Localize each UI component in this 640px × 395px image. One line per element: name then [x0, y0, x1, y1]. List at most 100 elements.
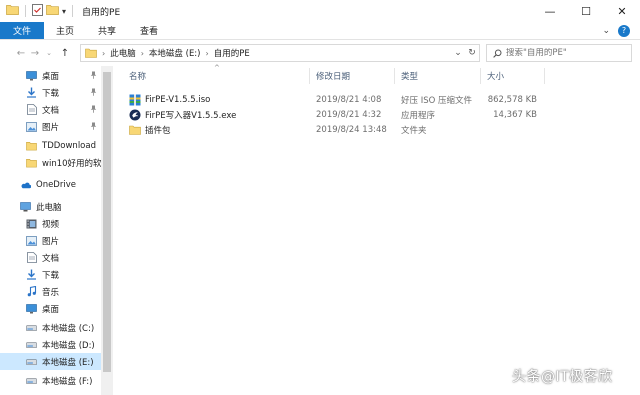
folder-icon: [85, 48, 97, 58]
nav-item[interactable]: 视频: [0, 215, 101, 232]
nav-item-label: 文档: [42, 253, 60, 264]
iso-archive-icon: [129, 94, 141, 106]
address-dropdown-icon[interactable]: ⌄: [451, 48, 465, 58]
nav-item-label: 图片: [42, 236, 60, 247]
breadcrumb-chevron-icon[interactable]: ›: [141, 49, 144, 58]
column-divider[interactable]: [394, 68, 395, 84]
file-name-cell[interactable]: FirPE写入器V1.5.5.exe: [129, 107, 236, 122]
drive-icon: [26, 339, 37, 350]
nav-item-label: 文档: [42, 105, 60, 116]
ribbon-right-controls: ⌄ ?: [602, 22, 640, 39]
drive-icon: [26, 356, 37, 367]
nav-item-label: 下载: [42, 270, 60, 281]
search-input[interactable]: [506, 48, 624, 58]
file-name-cell[interactable]: 插件包: [129, 122, 171, 137]
nav-item[interactable]: 图片: [0, 118, 101, 135]
sort-caret-icon: ^: [214, 64, 220, 72]
nav-item-label: 视频: [42, 219, 60, 230]
tab-file[interactable]: 文件: [0, 22, 45, 39]
nav-item-label: 本地磁盘 (D:): [42, 340, 95, 351]
new-folder-icon[interactable]: [46, 4, 59, 18]
address-bar[interactable]: › 此电脑 › 本地磁盘 (E:) › 自用的PE ⌄ ↻: [80, 44, 480, 62]
navigation-pane-scrollbar[interactable]: [101, 66, 113, 395]
nav-item[interactable]: 本地磁盘 (D:): [0, 336, 101, 353]
column-header-date[interactable]: 修改日期: [316, 66, 350, 86]
this-pc-icon: [20, 201, 31, 212]
properties-icon[interactable]: [32, 3, 43, 19]
file-row[interactable]: FirPE-V1.5.5.iso 2019/8/21 4:08 好压 ISO 压缩文…: [113, 92, 640, 107]
back-arrow-icon[interactable]: ←: [14, 48, 28, 59]
breadcrumb-chevron-icon[interactable]: ›: [206, 49, 209, 58]
nav-item[interactable]: 桌面: [0, 67, 101, 84]
nav-item[interactable]: 文档: [0, 101, 101, 118]
expand-ribbon-icon[interactable]: ⌄: [602, 26, 610, 36]
music-icon: [26, 286, 37, 297]
column-divider[interactable]: [544, 68, 545, 84]
file-size: [487, 122, 537, 137]
nav-item[interactable]: 图片: [0, 232, 101, 249]
nav-item[interactable]: 桌面: [0, 300, 101, 317]
nav-item[interactable]: OneDrive: [0, 176, 101, 193]
search-box[interactable]: [486, 44, 632, 62]
nav-item[interactable]: 本地磁盘 (E:): [0, 353, 101, 370]
ribbon-tabs: 文件 主页 共享 查看 ⌄ ?: [0, 22, 640, 40]
column-divider[interactable]: [309, 68, 310, 84]
tab-home[interactable]: 主页: [44, 22, 86, 39]
tab-view[interactable]: 查看: [128, 22, 170, 39]
toolbar-divider: [25, 5, 26, 17]
file-type: 好压 ISO 压缩文件: [401, 95, 472, 106]
close-button[interactable]: ✕: [604, 0, 640, 22]
nav-item[interactable]: 本地磁盘 (C:): [0, 319, 101, 336]
nav-item-label: 本地磁盘 (C:): [42, 323, 95, 334]
file-date: 2019/8/21 4:08: [316, 94, 382, 105]
toolbar-divider: [72, 5, 74, 17]
breadcrumb-drive-e[interactable]: 本地磁盘 (E:): [149, 47, 201, 59]
nav-item[interactable]: 音乐: [0, 283, 101, 300]
customize-toolbar-icon[interactable]: ▾: [62, 7, 66, 16]
nav-item-label: 桌面: [42, 304, 60, 315]
recent-locations-icon[interactable]: ⌄: [42, 49, 56, 57]
help-icon[interactable]: ?: [618, 24, 630, 37]
file-list: ^ 名称 修改日期 类型 大小 FirPE-V1.5.5.iso 2019/8/2…: [113, 64, 640, 395]
nav-item[interactable]: 下载: [0, 84, 101, 101]
nav-item-label: 本地磁盘 (E:): [42, 357, 94, 368]
up-arrow-icon[interactable]: ↑: [58, 48, 72, 59]
search-icon: [493, 49, 502, 58]
file-name-cell[interactable]: FirPE-V1.5.5.iso: [129, 92, 210, 107]
breadcrumb-this-pc[interactable]: 此电脑: [110, 47, 136, 59]
documents-icon: [26, 104, 37, 115]
drive-icon: [26, 375, 37, 386]
scrollbar-thumb[interactable]: [103, 72, 111, 372]
folder-icon: [26, 157, 37, 168]
nav-item[interactable]: TDDownload: [0, 137, 101, 154]
videos-icon: [26, 218, 37, 229]
nav-item[interactable]: 下载: [0, 266, 101, 283]
minimize-button[interactable]: —: [532, 0, 568, 22]
column-divider[interactable]: [480, 68, 481, 84]
breadcrumb-current-folder[interactable]: 自用的PE: [214, 47, 250, 59]
pin-icon: [90, 105, 97, 115]
nav-item[interactable]: 此电脑: [0, 198, 101, 215]
nav-item-label: TDDownload: [42, 140, 96, 151]
maximize-button[interactable]: ☐: [568, 0, 604, 22]
folder-icon: [26, 140, 37, 151]
file-type: 应用程序: [401, 110, 436, 121]
column-header-size[interactable]: 大小: [487, 66, 504, 86]
nav-item-label: OneDrive: [36, 179, 76, 190]
file-size: 862,578 KB: [487, 94, 537, 105]
file-row[interactable]: FirPE写入器V1.5.5.exe 2019/8/21 4:32 应用程序 14,3…: [113, 107, 640, 122]
breadcrumb-chevron-icon[interactable]: ›: [102, 49, 105, 58]
download-icon: [26, 87, 37, 98]
pin-icon: [90, 122, 97, 132]
file-row[interactable]: 插件包 2019/8/24 13:48 文件夹: [113, 122, 640, 137]
tab-share[interactable]: 共享: [86, 22, 128, 39]
refresh-icon[interactable]: ↻: [465, 48, 479, 58]
column-header-type[interactable]: 类型: [401, 66, 418, 86]
navigation-bar: ← → ⌄ ↑ › 此电脑 › 本地磁盘 (E:) › 自用的PE ⌄ ↻: [0, 40, 640, 66]
nav-item[interactable]: 本地磁盘 (F:): [0, 372, 101, 389]
forward-arrow-icon[interactable]: →: [28, 48, 42, 59]
column-header-name[interactable]: 名称: [129, 66, 146, 86]
nav-item[interactable]: win10好用的软件: [0, 154, 101, 171]
nav-item[interactable]: 文档: [0, 249, 101, 266]
watermark: 头条@IT极客欣: [512, 369, 613, 385]
